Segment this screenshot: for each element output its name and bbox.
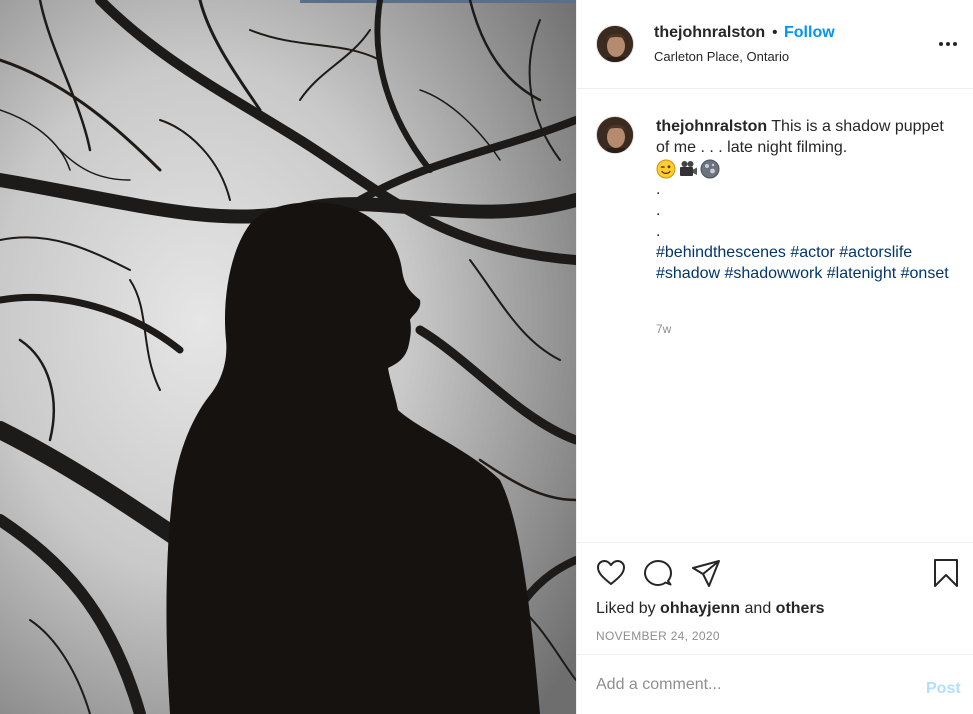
post-date[interactable]: NOVEMBER 24, 2020 bbox=[596, 629, 720, 643]
hashtag-link[interactable]: #latenight bbox=[827, 265, 896, 282]
more-dot bbox=[953, 42, 957, 46]
caption-avatar[interactable] bbox=[596, 116, 634, 154]
post-panel: thejohnralston • Follow Carleton Place, … bbox=[576, 0, 973, 714]
post-photo-graphic bbox=[0, 0, 576, 714]
post-caption: thejohnralston This is a shadow puppet o… bbox=[656, 116, 956, 284]
post-image[interactable] bbox=[0, 0, 576, 714]
separator-dot: • bbox=[772, 24, 778, 41]
liked-and: and bbox=[744, 600, 772, 617]
caption-hashtags: #behindthescenes #actor #actorslife #sha… bbox=[656, 242, 956, 284]
bookmark-icon[interactable] bbox=[930, 557, 962, 589]
caption-dots: . . . bbox=[656, 179, 956, 242]
hashtag-link[interactable]: #onset bbox=[901, 265, 949, 282]
caption-dot: . bbox=[656, 223, 661, 240]
winking-face-emoji bbox=[656, 159, 676, 178]
liked-prefix: Liked by bbox=[596, 600, 656, 617]
more-options-button[interactable] bbox=[937, 34, 961, 54]
hashtag-link[interactable]: #shadow bbox=[656, 265, 720, 282]
heart-icon[interactable] bbox=[595, 557, 627, 589]
avatar[interactable] bbox=[596, 25, 634, 63]
hashtag-link[interactable]: #actorslife bbox=[839, 244, 912, 261]
post-header: thejohnralston • Follow Carleton Place, … bbox=[577, 0, 973, 89]
more-horizontal-icon bbox=[939, 42, 943, 46]
caption-username[interactable]: thejohnralston bbox=[656, 118, 767, 135]
more-dot bbox=[946, 42, 950, 46]
movie-camera-emoji bbox=[680, 160, 697, 176]
post-comment-button[interactable]: Post bbox=[926, 680, 961, 698]
full-moon-emoji bbox=[700, 159, 720, 178]
caption-time-ago[interactable]: 7w bbox=[656, 322, 671, 336]
avatar-image bbox=[597, 117, 633, 153]
caption-dot: . bbox=[656, 181, 661, 198]
hashtag-link[interactable]: #behindthescenes bbox=[656, 244, 786, 261]
avatar-image bbox=[597, 26, 633, 62]
caption-dot: . bbox=[656, 202, 661, 219]
share-icon[interactable] bbox=[690, 557, 722, 589]
comment-box: Post bbox=[577, 654, 973, 714]
liked-others-link[interactable]: others bbox=[776, 600, 825, 617]
post-author-username[interactable]: thejohnralston bbox=[654, 24, 765, 42]
post-location[interactable]: Carleton Place, Ontario bbox=[654, 49, 789, 64]
post-actions: Liked by ohhayjenn and others NOVEMBER 2… bbox=[577, 542, 973, 654]
comment-input[interactable] bbox=[596, 673, 916, 697]
hashtag-link[interactable]: #actor bbox=[790, 244, 834, 261]
caption-emojis bbox=[656, 158, 956, 179]
liked-by: Liked by ohhayjenn and others bbox=[596, 600, 825, 618]
comment-icon[interactable] bbox=[642, 557, 674, 589]
liked-user-link[interactable]: ohhayjenn bbox=[660, 600, 740, 617]
follow-button[interactable]: Follow bbox=[784, 24, 835, 42]
comments-area: thejohnralston This is a shadow puppet o… bbox=[577, 89, 973, 542]
hashtag-link[interactable]: #shadowwork bbox=[725, 265, 823, 282]
